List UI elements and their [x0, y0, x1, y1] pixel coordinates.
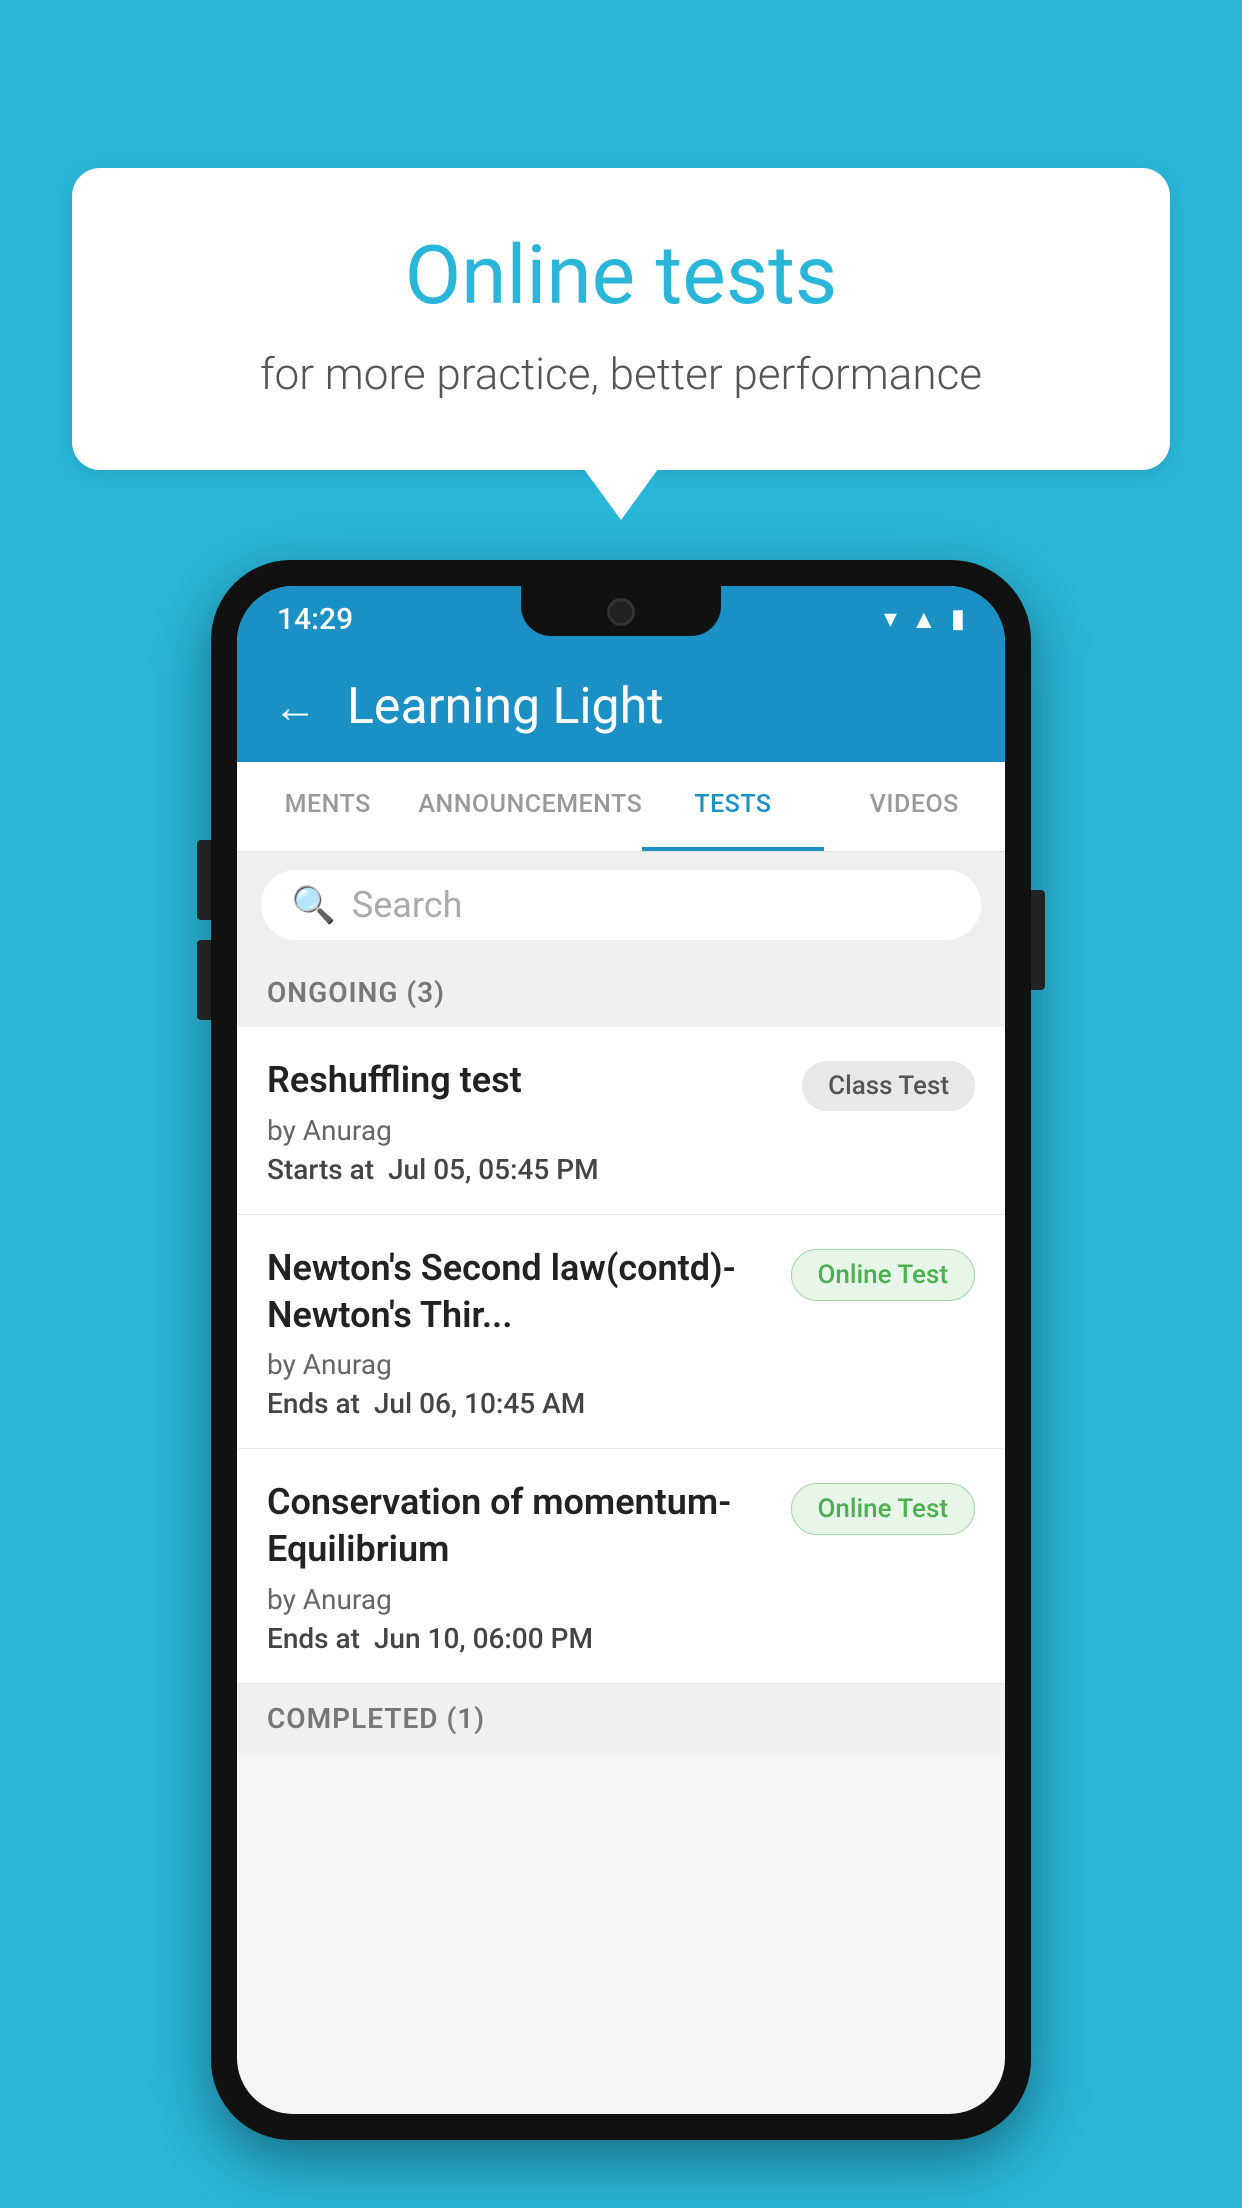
- tabs-container: MENTS ANNOUNCEMENTS TESTS VIDEOS: [237, 762, 1005, 852]
- phone-screen: 14:29 ▾ ▲ ▮ ← Learning Light MENTS ANNOU…: [237, 586, 1005, 2114]
- test-name-3: Conservation of momentum-Equilibrium: [267, 1479, 775, 1573]
- test-by-2: by Anurag: [267, 1348, 775, 1381]
- test-item[interactable]: Newton's Second law(contd)-Newton's Thir…: [237, 1215, 1005, 1450]
- test-date-label-3: Ends at: [267, 1622, 360, 1655]
- status-time: 14:29: [277, 602, 353, 637]
- search-placeholder: Search: [352, 884, 463, 926]
- test-item[interactable]: Conservation of momentum-Equilibrium by …: [237, 1449, 1005, 1684]
- test-date-value-1: Jul 05, 05:45 PM: [388, 1153, 599, 1186]
- bubble-subtitle: for more practice, better performance: [152, 348, 1090, 400]
- test-badge-2: Online Test: [791, 1249, 976, 1301]
- test-item[interactable]: Reshuffling test by Anurag Starts at Jul…: [237, 1027, 1005, 1215]
- tab-ments[interactable]: MENTS: [237, 762, 418, 851]
- ongoing-title: ONGOING (3): [267, 976, 445, 1009]
- test-date-value-3: Jun 10, 06:00 PM: [374, 1622, 593, 1655]
- test-name-1: Reshuffling test: [267, 1057, 786, 1104]
- completed-title: COMPLETED (1): [267, 1702, 485, 1735]
- test-date-label-2: Ends at: [267, 1387, 360, 1420]
- test-date-1: Starts at Jul 05, 05:45 PM: [267, 1153, 786, 1186]
- phone-container: 14:29 ▾ ▲ ▮ ← Learning Light MENTS ANNOU…: [211, 560, 1031, 2140]
- test-date-3: Ends at Jun 10, 06:00 PM: [267, 1622, 775, 1655]
- tab-tests[interactable]: TESTS: [642, 762, 823, 851]
- test-date-label-1: Starts at: [267, 1153, 374, 1186]
- wifi-icon: ▾: [884, 604, 897, 634]
- camera: [607, 598, 635, 626]
- bubble-title: Online tests: [152, 228, 1090, 324]
- test-list: Reshuffling test by Anurag Starts at Jul…: [237, 1027, 1005, 1684]
- back-button[interactable]: ←: [273, 681, 317, 733]
- tab-announcements[interactable]: ANNOUNCEMENTS: [418, 762, 642, 851]
- test-badge-1: Class Test: [802, 1061, 975, 1111]
- signal-icon: ▲: [911, 604, 937, 635]
- search-box[interactable]: 🔍 Search: [261, 870, 981, 940]
- phone-notch: [521, 586, 721, 636]
- app-title: Learning Light: [347, 678, 664, 736]
- search-container: 🔍 Search: [237, 852, 1005, 958]
- status-icons: ▾ ▲ ▮: [884, 604, 965, 635]
- ongoing-section-header: ONGOING (3): [237, 958, 1005, 1027]
- power-button: [1031, 890, 1045, 990]
- test-date-value-2: Jul 06, 10:45 AM: [374, 1387, 585, 1420]
- test-by-3: by Anurag: [267, 1583, 775, 1616]
- search-icon: 🔍: [291, 884, 336, 926]
- test-date-2: Ends at Jul 06, 10:45 AM: [267, 1387, 775, 1420]
- battery-icon: ▮: [951, 604, 965, 634]
- vol-down-button: [197, 940, 211, 1020]
- tab-videos[interactable]: VIDEOS: [824, 762, 1005, 851]
- phone-frame: 14:29 ▾ ▲ ▮ ← Learning Light MENTS ANNOU…: [211, 560, 1031, 2140]
- test-info-1: Reshuffling test by Anurag Starts at Jul…: [267, 1057, 786, 1186]
- test-name-2: Newton's Second law(contd)-Newton's Thir…: [267, 1245, 775, 1339]
- speech-bubble: Online tests for more practice, better p…: [72, 168, 1170, 470]
- test-badge-3: Online Test: [791, 1483, 976, 1535]
- app-header: ← Learning Light: [237, 652, 1005, 762]
- completed-section-header: COMPLETED (1): [237, 1684, 1005, 1753]
- test-info-2: Newton's Second law(contd)-Newton's Thir…: [267, 1245, 775, 1421]
- vol-up-button: [197, 840, 211, 920]
- test-by-1: by Anurag: [267, 1114, 786, 1147]
- test-info-3: Conservation of momentum-Equilibrium by …: [267, 1479, 775, 1655]
